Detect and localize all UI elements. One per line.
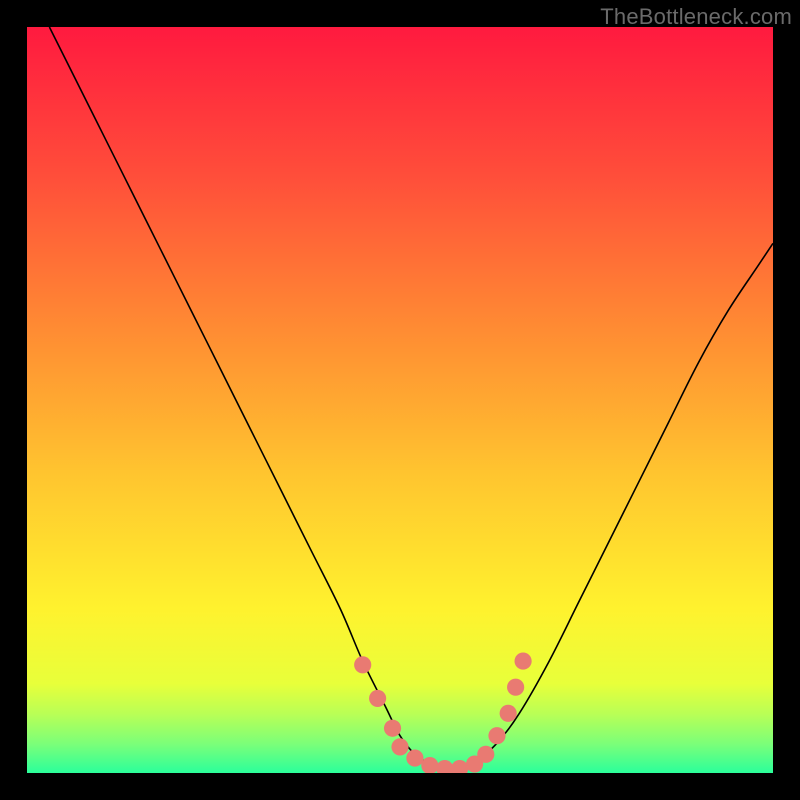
curve-marker bbox=[391, 738, 408, 755]
curve-marker bbox=[384, 720, 401, 737]
curve-marker bbox=[500, 705, 517, 722]
curve-marker bbox=[354, 656, 371, 673]
curve-marker bbox=[369, 690, 386, 707]
curve-marker bbox=[507, 679, 524, 696]
bottleneck-plot bbox=[27, 27, 773, 773]
curve-marker bbox=[477, 746, 494, 763]
curve-marker bbox=[488, 727, 505, 744]
watermark-text: TheBottleneck.com bbox=[600, 4, 792, 30]
curve-marker bbox=[406, 750, 423, 767]
gradient-background bbox=[27, 27, 773, 773]
curve-marker bbox=[515, 653, 532, 670]
chart-container: TheBottleneck.com bbox=[0, 0, 800, 800]
